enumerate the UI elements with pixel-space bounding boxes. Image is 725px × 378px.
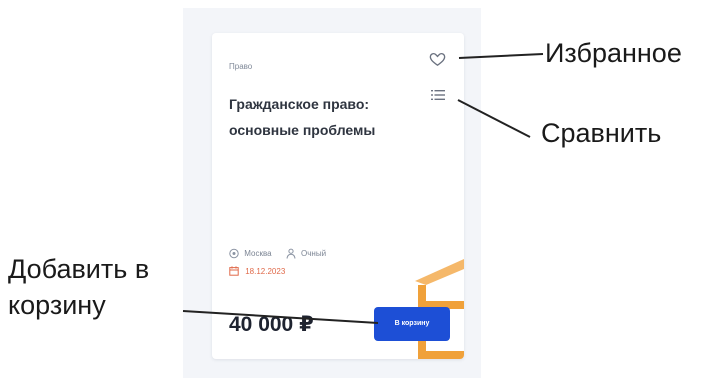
course-city: Москва xyxy=(244,249,272,258)
person-icon xyxy=(286,248,296,259)
add-to-cart-button[interactable]: В корзину xyxy=(374,307,450,341)
heart-icon[interactable] xyxy=(429,52,446,67)
location-pin-icon xyxy=(229,248,239,259)
course-format: Очный xyxy=(301,249,327,258)
favorite-annotation: Избранное xyxy=(545,38,682,68)
course-title[interactable]: Гражданское право: основные проблемы xyxy=(229,91,419,143)
course-date: 18.12.2023 xyxy=(245,266,286,276)
compare-annotation: Сравнить xyxy=(541,118,662,148)
course-price: 40 000 ₽ xyxy=(229,313,314,336)
course-card[interactable]: Право Гражданское право: основные пробле… xyxy=(212,33,464,359)
add-to-cart-annotation-line2: корзину xyxy=(8,290,106,320)
course-date-row: 18.12.2023 xyxy=(229,266,285,276)
course-category: Право xyxy=(229,62,253,71)
course-meta: Москва Очный xyxy=(229,248,326,262)
list-icon[interactable] xyxy=(431,89,445,101)
calendar-icon xyxy=(229,266,239,276)
add-to-cart-annotation-line1: Добавить в xyxy=(8,254,150,284)
